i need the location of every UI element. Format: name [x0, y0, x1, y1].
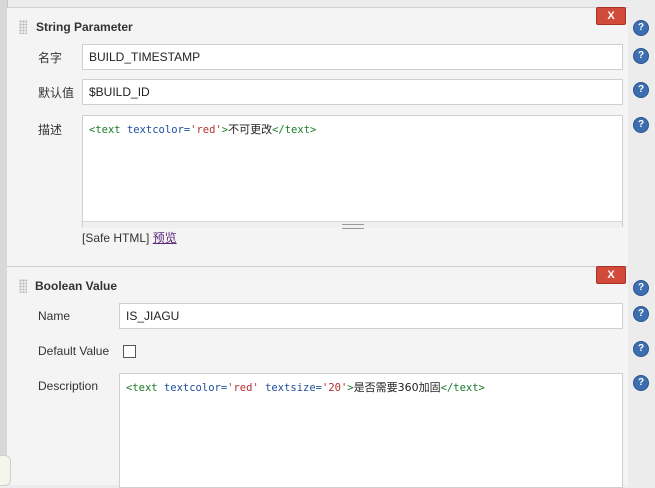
default-value-label: Default Value [38, 344, 110, 358]
code-text: 不可更改 [228, 123, 273, 136]
code-tag-open: <text [126, 382, 158, 394]
code-text: 是否需要360加固 [353, 381, 441, 394]
string-parameter-title: String Parameter [36, 20, 133, 34]
code-attr-value: 'red' [190, 124, 222, 136]
help-icon[interactable]: ? [633, 82, 649, 98]
textarea-resize-handle[interactable] [83, 221, 622, 229]
code-attr-value: '20' [322, 382, 348, 394]
delete-boolean-value-button[interactable]: X [596, 266, 626, 284]
code-tag-open: <text [89, 124, 121, 136]
preview-link[interactable]: 预览 [153, 231, 177, 245]
drag-handle-icon[interactable] [19, 279, 27, 293]
boolean-value-title: Boolean Value [35, 279, 118, 293]
default-value-checkbox[interactable] [123, 345, 136, 358]
default-value-label: 默认值 [38, 86, 75, 100]
code-attr: textcolor= [163, 382, 228, 394]
code-attr: textcolor= [126, 124, 191, 136]
safe-html-label: [Safe HTML] [82, 231, 150, 245]
code-tag-end: </text> [440, 382, 485, 394]
name-label: Name [38, 309, 71, 323]
description-label: Description [38, 379, 99, 393]
default-value-input[interactable]: $BUILD_ID [82, 79, 623, 105]
name-label: 名字 [38, 51, 63, 65]
description-textarea[interactable]: <text textcolor='red'>不可更改</text> [82, 115, 623, 227]
help-icon[interactable]: ? [633, 20, 649, 36]
drag-handle-icon[interactable] [19, 20, 27, 34]
description-textarea[interactable]: <text textcolor='red' textsize='20'>是否需要… [119, 373, 623, 488]
description-label: 描述 [38, 123, 63, 137]
help-icon[interactable]: ? [633, 280, 649, 296]
help-icon[interactable]: ? [633, 341, 649, 357]
code-tag-end: </text> [272, 124, 317, 136]
help-icon[interactable]: ? [633, 306, 649, 322]
delete-string-parameter-button[interactable]: X [596, 7, 626, 25]
name-input[interactable]: IS_JIAGU [119, 303, 623, 329]
help-icon[interactable]: ? [633, 375, 649, 391]
code-attr: textsize= [265, 382, 322, 394]
name-input[interactable]: BUILD_TIMESTAMP [82, 44, 623, 70]
safe-html-note: [Safe HTML] 预览 [82, 229, 177, 246]
help-icon[interactable]: ? [633, 117, 649, 133]
side-tab[interactable] [0, 455, 11, 486]
code-attr-value: 'red' [227, 382, 259, 394]
help-icon[interactable]: ? [633, 48, 649, 64]
